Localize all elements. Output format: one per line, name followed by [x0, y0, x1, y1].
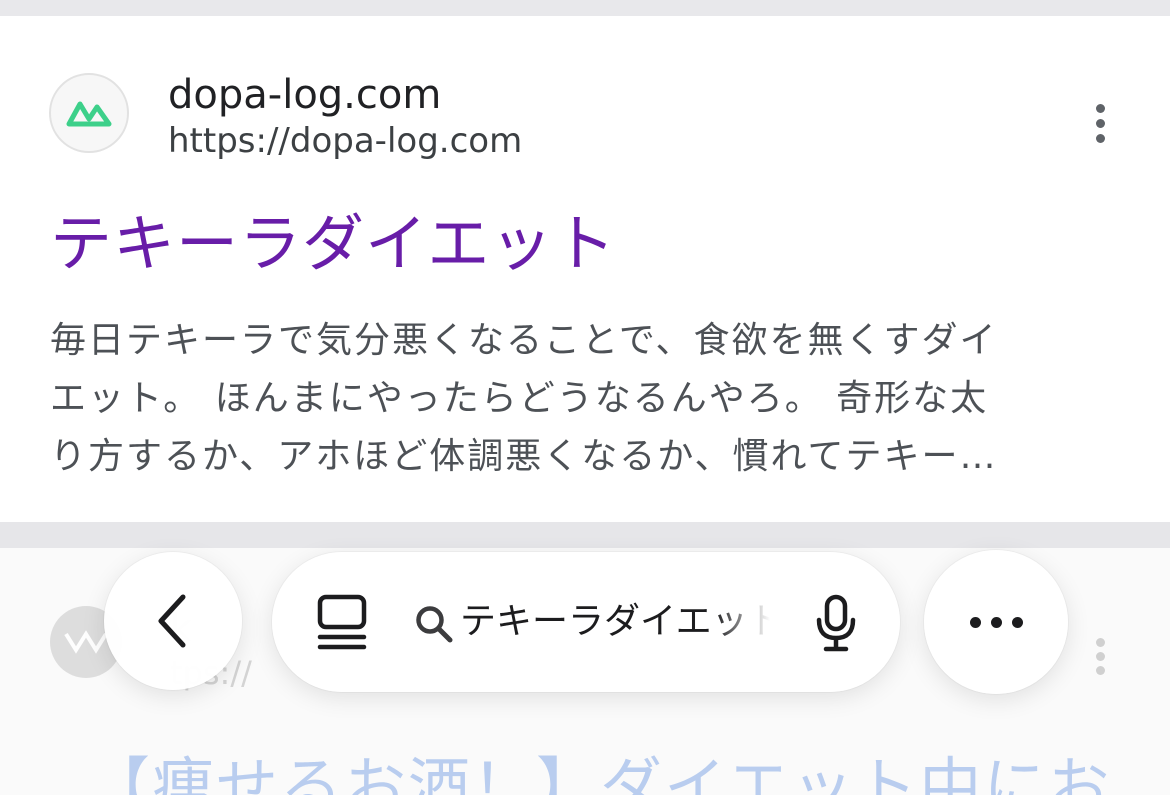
tabs-icon[interactable] [316, 594, 368, 650]
more-horizontal-icon [969, 616, 981, 628]
dopa-log-logo-icon [66, 101, 112, 127]
top-gap [0, 0, 1170, 16]
search-icon [416, 606, 453, 643]
result-snippet: 毎日テキーラで気分悪くなることで、食欲を無くすダイ エット。 ほんまにやったらど… [50, 312, 1110, 486]
snippet-line: 毎日テキーラで気分悪くなることで、食欲を無くすダイ [50, 320, 998, 361]
result-menu-icon-2[interactable] [1092, 636, 1112, 676]
chevron-left-icon [158, 594, 186, 648]
result-title-link[interactable]: テキーラダイエット [50, 204, 616, 284]
result-title-link-2[interactable]: 【痩せるお酒！】ダイエット中にお [88, 736, 1111, 795]
address-bar[interactable]: テキーラダイエット [272, 552, 900, 692]
result-divider [0, 522, 1170, 548]
snippet-line: り方するか、アホほど体調悪くなるか、慣れてテキー… [50, 436, 998, 477]
result-menu-icon[interactable] [1086, 102, 1116, 146]
result-site-name[interactable]: dopa-log.com [168, 70, 441, 120]
search-result-card: dopa-log.com https://dopa-log.com テキーラダイ… [0, 16, 1170, 522]
snippet-line: エット。 ほんまにやったらどうなるんやろ。 奇形な太 [50, 378, 989, 419]
site-favicon[interactable] [49, 73, 129, 153]
address-bar-query[interactable]: テキーラダイエット [460, 598, 770, 646]
microphone-icon[interactable] [814, 594, 858, 652]
back-button[interactable] [104, 552, 242, 690]
site-logo-icon [64, 630, 108, 654]
more-button[interactable] [924, 550, 1068, 694]
result-site-url[interactable]: https://dopa-log.com [168, 119, 522, 163]
